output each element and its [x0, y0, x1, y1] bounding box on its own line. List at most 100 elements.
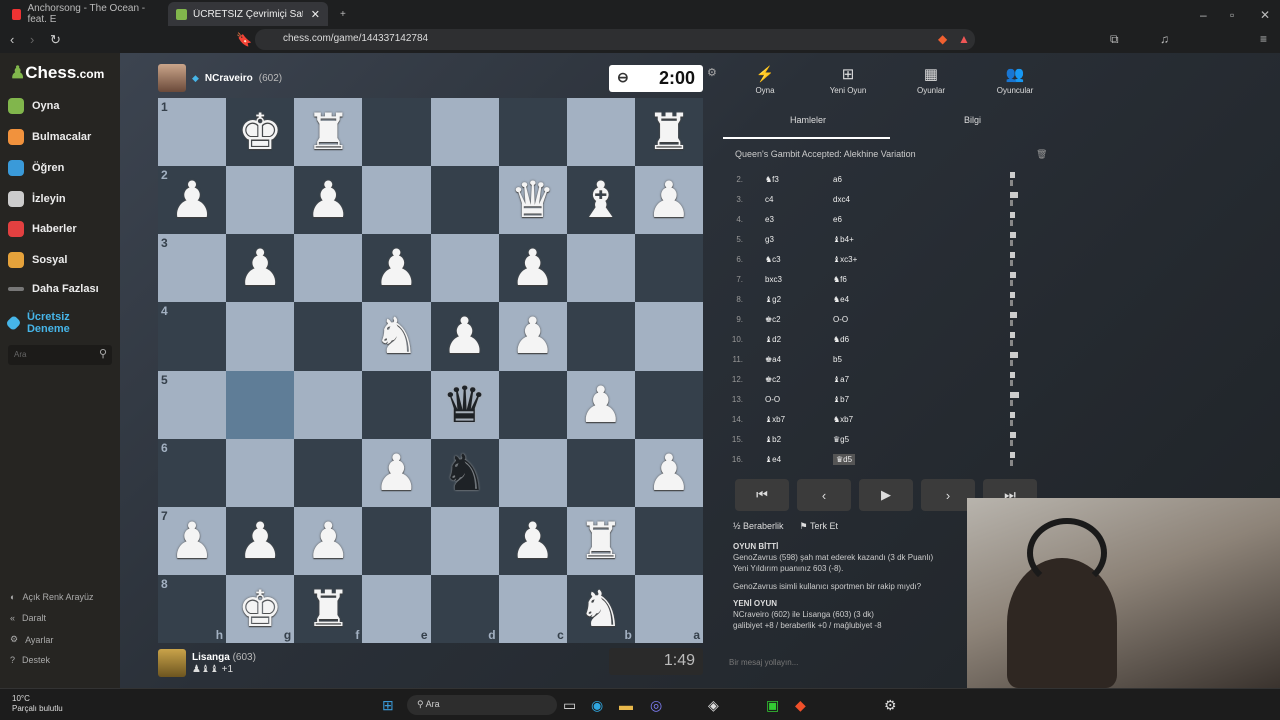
white-move[interactable]: ♚c2 [765, 375, 781, 384]
board-square[interactable] [498, 438, 567, 507]
chess-logo[interactable]: ♟Chess.com [10, 63, 104, 83]
board-square[interactable] [226, 166, 295, 235]
sidebar-item-play[interactable]: Oyna [8, 98, 60, 114]
black-queen-piece[interactable]: ♛ [442, 380, 487, 430]
edge-icon[interactable]: ◉ [591, 697, 603, 714]
board-square[interactable] [294, 302, 363, 371]
board-square[interactable]: ♟ [362, 234, 431, 303]
sidebar-item-more[interactable]: Daha Fazlası [8, 283, 99, 295]
board-square[interactable]: 3 [158, 234, 227, 303]
bookmark-icon[interactable]: 🔖 [236, 32, 252, 48]
steam-icon[interactable]: ◈ [708, 697, 719, 714]
white-pawn-piece[interactable]: ♟ [306, 516, 351, 566]
black-move[interactable]: ♝a7 [833, 375, 849, 384]
board-square[interactable]: 8h [158, 574, 227, 643]
board-square[interactable]: ♟ [498, 234, 567, 303]
extensions-icon[interactable]: ⧉ [1110, 32, 1119, 47]
sidebar-item-free-trial[interactable]: Ücretsiz Deneme [5, 311, 108, 335]
minimize-icon[interactable]: – [1200, 8, 1207, 22]
tab-music[interactable]: Anchorsong - The Ocean - feat. E [4, 2, 164, 26]
board-square[interactable]: 7 ♟ [158, 506, 227, 575]
settings-icon[interactable]: ⚙ [884, 697, 897, 714]
board-square[interactable]: ♛ [498, 166, 567, 235]
white-queen-piece[interactable]: ♛ [510, 175, 555, 225]
brave-icon[interactable]: ◆ [795, 697, 806, 714]
board-square[interactable] [226, 302, 295, 371]
white-pawn-piece[interactable]: ♟ [510, 311, 555, 361]
white-pawn-piece[interactable]: ♟ [647, 175, 692, 225]
board-square[interactable]: ♟ [430, 302, 499, 371]
white-pawn-piece[interactable]: ♟ [647, 448, 692, 498]
new-tab-button[interactable]: + [332, 2, 354, 26]
sidebar-item-social[interactable]: Sosyal [8, 252, 67, 268]
white-rook-piece[interactable]: ♜ [578, 516, 623, 566]
board-square[interactable]: ♛ [430, 370, 499, 439]
first-move-button[interactable]: ⏮ [735, 479, 789, 511]
black-move[interactable]: b5 [833, 355, 842, 364]
board-square[interactable] [566, 302, 635, 371]
maximize-icon[interactable]: ▫ [1230, 8, 1234, 22]
white-pawn-piece[interactable]: ♟ [238, 516, 283, 566]
board-square[interactable] [430, 166, 499, 235]
board-square[interactable]: ♞ [430, 438, 499, 507]
white-move[interactable]: ♚c2 [765, 315, 781, 324]
white-king-piece[interactable]: ♚ [238, 584, 283, 634]
tab-chess[interactable]: ÜCRETSİZ Çevrimiçi Satranç Oyn ✕ [168, 2, 328, 26]
white-pawn-piece[interactable]: ♟ [374, 448, 419, 498]
board-square[interactable]: b ♞ [566, 574, 635, 643]
tab-games[interactable]: ▦ Oyunlar [896, 65, 966, 95]
address-bar[interactable]: chess.com/game/144337142784 [255, 29, 975, 50]
board-square[interactable] [566, 234, 635, 303]
board-square[interactable]: ♟ [498, 302, 567, 371]
task-view-icon[interactable]: ▭ [563, 697, 576, 714]
board-square[interactable]: c [498, 574, 567, 643]
light-ui-toggle[interactable]: ◐ Açık Renk Arayüz [10, 592, 93, 602]
tab-moves[interactable]: Hamleler [790, 115, 826, 125]
sidebar-item-news[interactable]: Haberler [8, 221, 77, 237]
white-pawn-piece[interactable]: ♟ [170, 516, 215, 566]
chat-input[interactable]: Bir mesaj yollayın... [729, 658, 798, 667]
board-square[interactable]: ♟ [498, 506, 567, 575]
board-square[interactable]: 4 [158, 302, 227, 371]
board-square[interactable]: 2 ♟ [158, 166, 227, 235]
board-square[interactable] [294, 370, 363, 439]
forward-icon[interactable]: › [30, 32, 34, 47]
board-square[interactable] [430, 506, 499, 575]
white-pawn-piece[interactable]: ♟ [306, 175, 351, 225]
reload-icon[interactable]: ↻ [50, 32, 61, 48]
white-rook-piece[interactable]: ♜ [647, 107, 692, 157]
board-square[interactable] [566, 438, 635, 507]
board-square[interactable] [430, 234, 499, 303]
black-move[interactable]: O-O [833, 315, 848, 324]
board-square[interactable]: a [634, 574, 703, 643]
player-name[interactable]: NCraveiro [205, 73, 253, 84]
trash-icon[interactable]: 🗑 [1036, 149, 1047, 160]
board-square[interactable] [634, 506, 703, 575]
white-move[interactable]: bxc3 [765, 275, 782, 284]
board-square[interactable]: ♞ [362, 302, 431, 371]
board-square[interactable] [362, 166, 431, 235]
board-square[interactable]: ♟ [226, 234, 295, 303]
play-button[interactable]: ▶ [859, 479, 913, 511]
warning-icon[interactable]: ▲ [958, 32, 970, 46]
windows-start-icon[interactable]: ⊞ [382, 697, 394, 714]
board-square[interactable] [634, 302, 703, 371]
board-square[interactable] [498, 98, 567, 167]
chess-board[interactable]: 1 ♚ ♜ ♜ 2 ♟ ♟ ♛ ♝ ♟ 3 ♟ ♟ ♟ 4 ♞ ♟ ♟ 5 ♛ ♟ 6 ♟ ♞ ♟ 7 ♟ ♟ ♟ ♟ ♜ 8 h g ♚ f ♜ e d c… [158, 98, 703, 643]
white-move[interactable]: ♚a4 [765, 355, 781, 364]
board-square[interactable]: ♜ [634, 98, 703, 167]
folder-icon[interactable]: ▬ [619, 697, 633, 713]
taskbar-search[interactable]: ⚲ Ara [407, 695, 557, 715]
board-square[interactable]: ♟ [362, 438, 431, 507]
black-move[interactable]: ♝b7 [833, 395, 849, 404]
white-move[interactable]: ♝d2 [765, 335, 781, 344]
black-move[interactable]: ♞xb7 [833, 415, 853, 424]
menu-icon[interactable]: ≡ [1260, 32, 1267, 46]
board-square[interactable]: ♟ [226, 506, 295, 575]
board-square[interactable]: ♟ [634, 438, 703, 507]
white-pawn-piece[interactable]: ♟ [170, 175, 215, 225]
board-square[interactable] [362, 98, 431, 167]
white-pawn-piece[interactable]: ♟ [510, 243, 555, 293]
board-square[interactable] [294, 438, 363, 507]
white-king-piece[interactable]: ♚ [238, 107, 283, 157]
